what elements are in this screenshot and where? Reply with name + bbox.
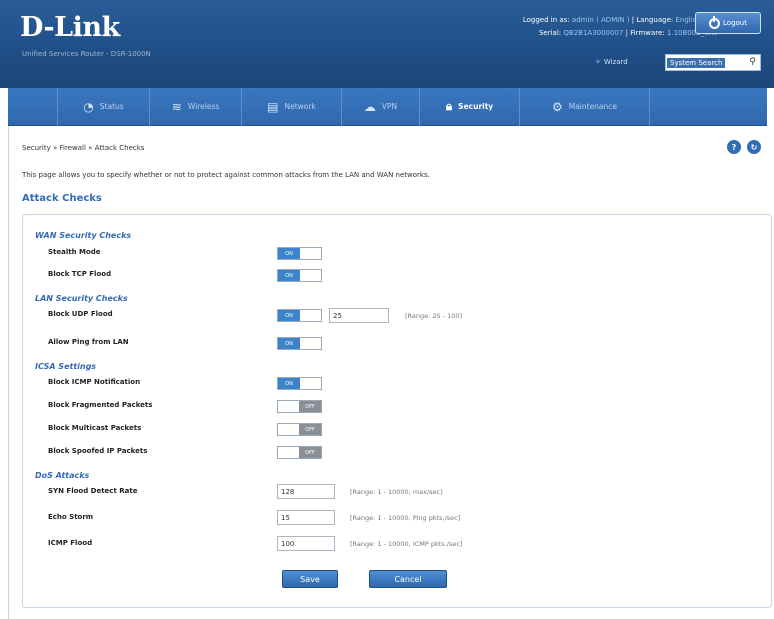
block-udp-flood-toggle[interactable]: ON [277,309,322,322]
dos-section-title: DoS Attacks [35,471,90,480]
block-udp-flood-label: Block UDP Flood [48,310,113,318]
block-multicast-toggle[interactable]: OFF [277,423,322,436]
breadcrumb-firewall[interactable]: Firewall [60,144,86,152]
nav-wireless[interactable]: ≋ Wireless [150,87,242,126]
page-title: Attack Checks [22,193,102,204]
toggle-on-state: ON [278,338,300,349]
syn-flood-label: SYN Flood Detect Rate [48,487,138,495]
search-label: System Search [667,57,726,68]
syn-flood-input[interactable]: 128 [277,484,335,499]
nav-network[interactable]: ▤ Network [242,87,342,126]
toggle-on-state: ON [278,270,300,281]
lan-section-title: LAN Security Checks [35,294,128,303]
refresh-icon[interactable]: ↻ [747,140,761,154]
toggle-off-state: OFF [299,447,321,458]
toggle-on-state: ON [278,378,300,389]
block-fragmented-toggle[interactable]: OFF [277,400,322,413]
session-info: Logged in as: admin ( ADMIN ) | Language… [522,16,718,37]
attack-checks-panel: WAN Security Checks Stealth Mode ON Bloc… [22,214,772,608]
system-search-input[interactable]: System Search ⚲ [665,54,761,71]
header-bar: D-Link Unified Services Router - DSR-100… [0,0,774,88]
wan-section-title: WAN Security Checks [35,231,132,240]
lock-icon: 🔒︎ [445,99,453,113]
icmp-flood-range: [Range: 1 - 10000, ICMP pkts./sec] [350,540,463,548]
logged-in-label: Logged in as: [522,16,570,24]
block-fragmented-label: Block Fragmented Packets [48,401,153,409]
dashboard-icon: ◔ [83,99,94,114]
icmp-flood-input[interactable]: 100 [277,536,335,551]
block-multicast-label: Block Multicast Packets [48,424,142,432]
icsa-section-title: ICSA Settings [35,362,97,371]
wifi-icon: ≋ [171,99,182,114]
breadcrumb-attack-checks: Attack Checks [94,144,145,152]
network-icon: ▤ [267,99,279,114]
cloud-icon: ☁ [363,99,376,114]
cancel-button[interactable]: Cancel [369,570,447,588]
nav-vpn[interactable]: ☁ VPN [342,87,420,126]
allow-ping-toggle[interactable]: ON [277,337,322,350]
block-tcp-flood-toggle[interactable]: ON [277,269,322,282]
gear-icon: ⚙ [551,99,563,114]
language-label: Language: [636,16,674,24]
breadcrumb: Security » Firewall » Attack Checks [22,144,145,152]
toggle-on-state: ON [278,310,300,321]
udp-flood-input[interactable]: 25 [329,308,389,323]
save-button[interactable]: Save [282,570,338,588]
serial-label: Serial: [538,29,562,37]
search-icon[interactable]: ⚲ [749,57,756,67]
syn-flood-range: [Range: 1 - 10000, max/sec] [350,488,443,496]
block-spoofed-ip-toggle[interactable]: OFF [277,446,322,459]
echo-storm-range: [Range: 1 - 10000, Ping pkts./sec] [350,514,461,522]
content-border [8,126,9,619]
page-description: This page allows you to specify whether … [22,171,430,179]
help-icon[interactable]: ? [727,140,741,154]
nav-security[interactable]: 🔒︎ Security [420,87,520,126]
stealth-mode-toggle[interactable]: ON [277,247,322,260]
serial-value: QB2B1A3000007 [563,29,624,37]
block-icmp-notification-toggle[interactable]: ON [277,377,322,390]
toggle-on-state: ON [278,248,300,259]
udp-flood-range: [Range: 25 - 100] [405,312,463,320]
firmware-label: Firmware: [630,29,665,37]
product-tagline: Unified Services Router - DSR-1000N [22,50,151,58]
allow-ping-label: Allow Ping from LAN [48,338,129,346]
main-nav: ◔ Status ≋ Wireless ▤ Network ☁ VPN 🔒︎ S… [8,87,767,126]
breadcrumb-security[interactable]: Security [22,144,51,152]
logout-label: Logout [723,19,747,27]
brand-logo: D-Link [20,12,120,43]
power-icon [709,15,721,29]
block-tcp-flood-label: Block TCP Flood [48,270,112,278]
stealth-mode-label: Stealth Mode [48,248,101,256]
echo-storm-label: Echo Storm [48,513,94,521]
echo-storm-input[interactable]: 15 [277,510,335,525]
logged-in-user: admin ( ADMIN ) [571,16,630,24]
block-spoofed-ip-label: Block Spoofed IP Packets [48,447,148,455]
block-icmp-notification-label: Block ICMP Notification [48,378,141,386]
nav-maintenance[interactable]: ⚙ Maintenance [520,87,650,126]
nav-status[interactable]: ◔ Status [58,87,150,126]
logout-button[interactable]: Logout [695,12,761,34]
wizard-link[interactable]: ✧ Wizard [595,58,628,66]
help-icons: ? ↻ [727,140,761,154]
toggle-off-state: OFF [299,401,321,412]
toggle-off-state: OFF [299,424,321,435]
icmp-flood-label: ICMP Flood [48,539,93,547]
wizard-label: Wizard [603,58,628,66]
wand-icon: ✧ [595,58,601,66]
